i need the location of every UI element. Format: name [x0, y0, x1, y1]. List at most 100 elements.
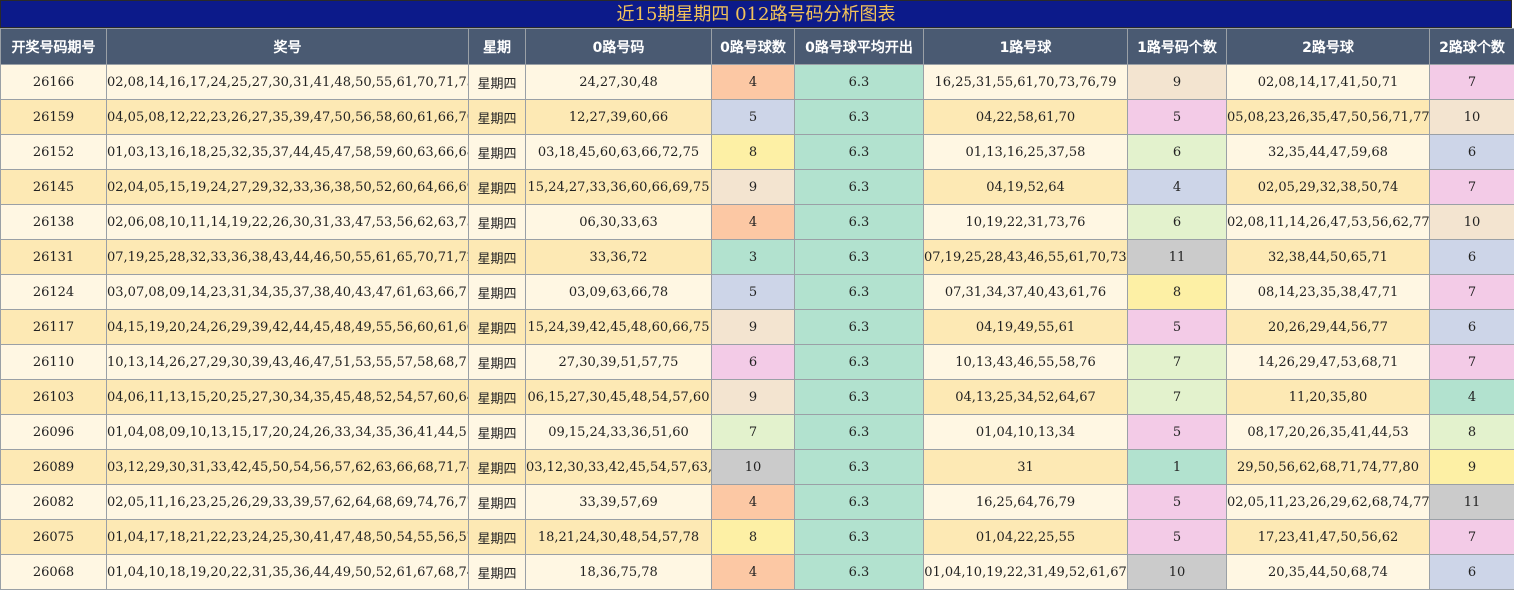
cell-zero-count: 4: [711, 484, 795, 520]
cell-issue: 26159: [0, 99, 107, 135]
header-weekday: 星期: [468, 28, 526, 65]
cell-zero-route: 27,30,39,51,57,75: [525, 344, 712, 380]
cell-two-count: 6: [1429, 239, 1514, 275]
cell-one-route: 04,19,49,55,61: [923, 309, 1128, 345]
cell-zero-route: 18,36,75,78: [525, 554, 712, 590]
cell-one-count: 10: [1127, 554, 1227, 590]
cell-one-count: 6: [1127, 134, 1227, 170]
cell-one-count: 7: [1127, 344, 1227, 380]
cell-zero-route: 09,15,24,33,36,51,60: [525, 414, 712, 450]
cell-numbers: 04,06,11,13,15,20,25,27,30,34,35,45,48,5…: [106, 379, 469, 415]
cell-numbers: 04,15,19,20,24,26,29,39,42,44,45,48,49,5…: [106, 309, 469, 345]
cell-zero-route: 03,18,45,60,63,66,72,75: [525, 134, 712, 170]
cell-zero-avg: 6.3: [794, 64, 924, 100]
cell-zero-avg: 6.3: [794, 344, 924, 380]
cell-issue: 26124: [0, 274, 107, 310]
cell-zero-route: 03,12,30,33,42,45,54,57,63,66: [525, 449, 712, 485]
cell-two-count: 4: [1429, 379, 1514, 415]
cell-weekday: 星期四: [468, 379, 526, 415]
cell-two-count: 7: [1429, 64, 1514, 100]
cell-weekday: 星期四: [468, 239, 526, 275]
table-row: 26075 01,04,17,18,21,22,23,24,25,30,41,47…: [0, 519, 1514, 555]
cell-one-route: 07,19,25,28,43,46,55,61,70,73,79: [923, 239, 1128, 275]
cell-one-route: 16,25,64,76,79: [923, 484, 1128, 520]
cell-numbers: 03,07,08,09,14,23,31,34,35,37,38,40,43,4…: [106, 274, 469, 310]
cell-zero-route: 06,15,27,30,45,48,54,57,60: [525, 379, 712, 415]
cell-two-count: 6: [1429, 309, 1514, 345]
cell-numbers: 01,04,10,18,19,20,22,31,35,36,44,49,50,5…: [106, 554, 469, 590]
cell-weekday: 星期四: [468, 64, 526, 100]
header-numbers: 奖号: [106, 28, 469, 65]
cell-zero-count: 5: [711, 274, 795, 310]
table-row: 26159 04,05,08,12,22,23,26,27,35,39,47,50…: [0, 99, 1514, 135]
cell-weekday: 星期四: [468, 414, 526, 450]
cell-weekday: 星期四: [468, 554, 526, 590]
cell-one-route: 04,19,52,64: [923, 169, 1128, 205]
cell-zero-count: 4: [711, 554, 795, 590]
cell-weekday: 星期四: [468, 134, 526, 170]
cell-zero-avg: 6.3: [794, 204, 924, 240]
header-zero-route: 0路号码: [525, 28, 712, 65]
cell-zero-avg: 6.3: [794, 99, 924, 135]
cell-two-count: 7: [1429, 169, 1514, 205]
analysis-table: 开奖号码期号 奖号 星期 0路号码 0路号球数 0路号球平均开出 1路号球 1路…: [0, 28, 1514, 590]
header-zero-count: 0路号球数: [711, 28, 795, 65]
cell-numbers: 02,04,05,15,19,24,27,29,32,33,36,38,50,5…: [106, 169, 469, 205]
cell-two-count: 6: [1429, 554, 1514, 590]
cell-two-route: 02,08,11,14,26,47,53,56,62,77: [1226, 204, 1430, 240]
cell-zero-route: 12,27,39,60,66: [525, 99, 712, 135]
cell-one-route: 16,25,31,55,61,70,73,76,79: [923, 64, 1128, 100]
cell-two-route: 32,38,44,50,65,71: [1226, 239, 1430, 275]
table-row: 26068 01,04,10,18,19,20,22,31,35,36,44,49…: [0, 554, 1514, 590]
cell-two-count: 11: [1429, 484, 1514, 520]
cell-two-count: 9: [1429, 449, 1514, 485]
cell-two-route: 11,20,35,80: [1226, 379, 1430, 415]
header-issue: 开奖号码期号: [0, 28, 107, 65]
cell-one-route: 31: [923, 449, 1128, 485]
cell-issue: 26103: [0, 379, 107, 415]
table-body: 26166 02,08,14,16,17,24,25,27,30,31,41,48…: [0, 64, 1514, 590]
cell-zero-count: 10: [711, 449, 795, 485]
table-row: 26138 02,06,08,10,11,14,19,22,26,30,31,33…: [0, 204, 1514, 240]
cell-weekday: 星期四: [468, 169, 526, 205]
cell-zero-avg: 6.3: [794, 554, 924, 590]
cell-numbers: 03,12,29,30,31,33,42,45,50,54,56,57,62,6…: [106, 449, 469, 485]
cell-zero-count: 6: [711, 344, 795, 380]
cell-weekday: 星期四: [468, 484, 526, 520]
table-row: 26145 02,04,05,15,19,24,27,29,32,33,36,38…: [0, 169, 1514, 205]
cell-one-count: 4: [1127, 169, 1227, 205]
cell-zero-count: 4: [711, 64, 795, 100]
cell-zero-route: 03,09,63,66,78: [525, 274, 712, 310]
cell-zero-count: 9: [711, 169, 795, 205]
cell-zero-count: 7: [711, 414, 795, 450]
cell-one-route: 04,13,25,34,52,64,67: [923, 379, 1128, 415]
cell-issue: 26068: [0, 554, 107, 590]
table-row: 26131 07,19,25,28,32,33,36,38,43,44,46,50…: [0, 239, 1514, 275]
cell-issue: 26089: [0, 449, 107, 485]
table-row: 26117 04,15,19,20,24,26,29,39,42,44,45,48…: [0, 309, 1514, 345]
cell-zero-avg: 6.3: [794, 519, 924, 555]
cell-zero-avg: 6.3: [794, 239, 924, 275]
cell-numbers: 01,04,08,09,10,13,15,17,20,24,26,33,34,3…: [106, 414, 469, 450]
cell-two-route: 14,26,29,47,53,68,71: [1226, 344, 1430, 380]
cell-zero-avg: 6.3: [794, 484, 924, 520]
cell-issue: 26131: [0, 239, 107, 275]
cell-two-count: 10: [1429, 99, 1514, 135]
cell-zero-route: 18,21,24,30,48,54,57,78: [525, 519, 712, 555]
cell-one-count: 8: [1127, 274, 1227, 310]
table-row: 26082 02,05,11,16,23,25,26,29,33,39,57,62…: [0, 484, 1514, 520]
cell-issue: 26075: [0, 519, 107, 555]
cell-two-count: 6: [1429, 134, 1514, 170]
cell-weekday: 星期四: [468, 204, 526, 240]
cell-zero-avg: 6.3: [794, 449, 924, 485]
cell-two-route: 02,05,11,23,26,29,62,68,74,77,80: [1226, 484, 1430, 520]
cell-zero-count: 4: [711, 204, 795, 240]
header-two-count: 2路球个数: [1429, 28, 1514, 65]
cell-zero-avg: 6.3: [794, 379, 924, 415]
cell-issue: 26096: [0, 414, 107, 450]
cell-zero-count: 5: [711, 99, 795, 135]
cell-zero-avg: 6.3: [794, 414, 924, 450]
cell-one-count: 7: [1127, 379, 1227, 415]
cell-two-route: 17,23,41,47,50,56,62: [1226, 519, 1430, 555]
cell-two-count: 7: [1429, 519, 1514, 555]
